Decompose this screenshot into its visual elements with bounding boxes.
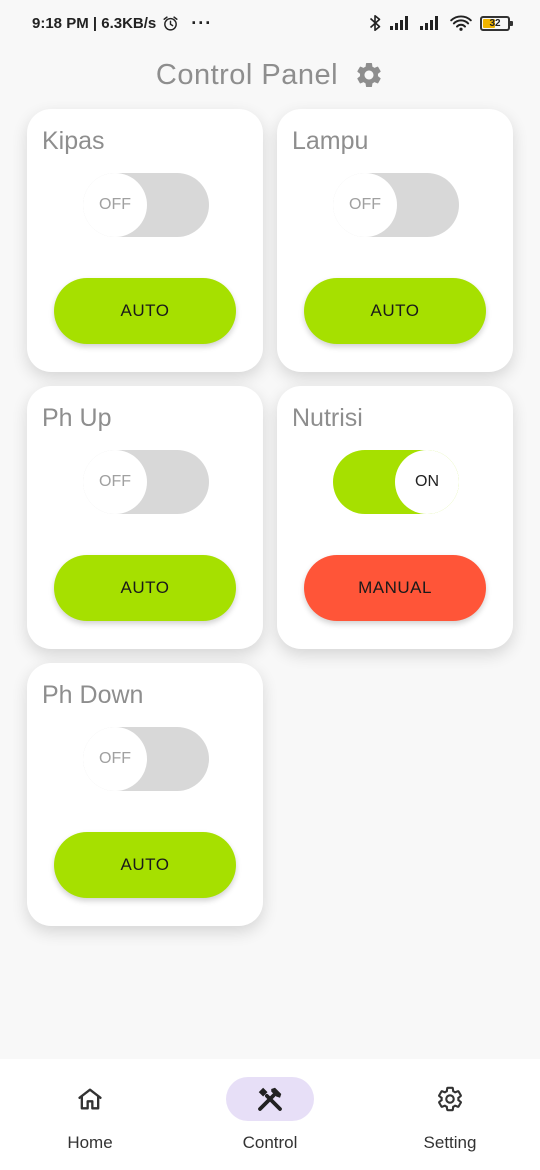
ph-up-mode-button[interactable]: AUTO [54, 555, 236, 621]
nav-control-pill [226, 1077, 314, 1121]
nav-home-pill [46, 1077, 134, 1121]
gear-icon[interactable] [354, 60, 384, 90]
lampu-toggle[interactable]: OFF [333, 173, 459, 237]
card-ph-up: Ph Up OFF AUTO [27, 386, 263, 649]
lampu-mode-button[interactable]: AUTO [304, 278, 486, 344]
more-dots-icon: ··· [191, 12, 213, 33]
card-title: Nutrisi [292, 404, 363, 432]
card-title: Kipas [42, 127, 105, 155]
status-time: 9:18 PM | 6.3KB/s [32, 14, 157, 32]
home-icon [78, 1088, 102, 1110]
status-left: 9:18 PM | 6.3KB/s ··· [32, 13, 212, 34]
status-bar: 9:18 PM | 6.3KB/s ··· 32 [0, 0, 540, 46]
signal-icon [390, 16, 408, 30]
card-lampu: Lampu OFF AUTO [277, 109, 513, 372]
battery-level: 32 [489, 17, 501, 29]
bottom-nav: Home Control Setting [0, 1059, 540, 1170]
nav-setting[interactable]: Setting [360, 1059, 540, 1170]
header: Control Panel [0, 55, 540, 95]
kipas-toggle[interactable]: OFF [83, 173, 209, 237]
nav-setting-label: Setting [423, 1133, 477, 1152]
ph-up-toggle[interactable]: OFF [83, 450, 209, 514]
card-kipas: Kipas OFF AUTO [27, 109, 263, 372]
signal-icon-2 [420, 16, 438, 30]
card-nutrisi: Nutrisi ON MANUAL [277, 386, 513, 649]
nav-control[interactable]: Control [180, 1059, 360, 1170]
gear-icon [438, 1086, 462, 1112]
nav-home-label: Home [67, 1133, 113, 1152]
toggle-knob: OFF [333, 173, 397, 237]
alarm-icon [163, 15, 178, 31]
card-title: Ph Down [42, 681, 144, 709]
ph-down-toggle[interactable]: OFF [83, 727, 209, 791]
ph-down-mode-button[interactable]: AUTO [54, 832, 236, 898]
card-title: Lampu [292, 127, 369, 155]
nutrisi-mode-button[interactable]: MANUAL [304, 555, 486, 621]
nutrisi-toggle[interactable]: ON [333, 450, 459, 514]
toggle-knob: OFF [83, 450, 147, 514]
toggle-knob: ON [395, 450, 459, 514]
page-title: Control Panel [155, 58, 339, 91]
tools-icon [258, 1087, 282, 1111]
kipas-mode-button[interactable]: AUTO [54, 278, 236, 344]
toggle-knob: OFF [83, 173, 147, 237]
nav-control-label: Control [242, 1133, 298, 1152]
bluetooth-icon [369, 14, 381, 32]
card-title: Ph Up [42, 404, 112, 432]
nav-setting-pill [406, 1077, 494, 1121]
nav-home[interactable]: Home [0, 1059, 180, 1170]
card-ph-down: Ph Down OFF AUTO [27, 663, 263, 926]
toggle-knob: OFF [83, 727, 147, 791]
status-right: 32 [368, 14, 513, 32]
battery-icon: 32 [480, 15, 513, 31]
wifi-icon [450, 15, 472, 31]
